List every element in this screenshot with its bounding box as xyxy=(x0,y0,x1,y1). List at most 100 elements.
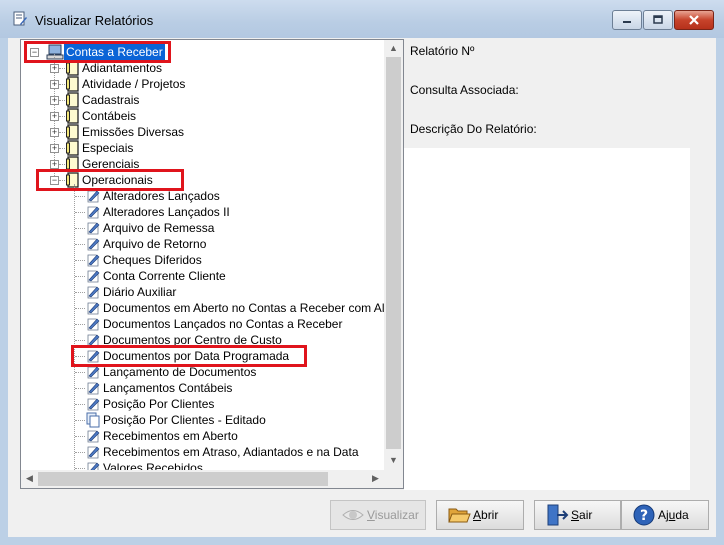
tree-report-label: Documentos em Aberto no Contas a Receber… xyxy=(103,301,384,315)
expand-icon[interactable]: + xyxy=(50,160,59,169)
tree-connector-line xyxy=(75,212,85,213)
report-description-label: Descrição Do Relatório: xyxy=(410,122,537,136)
scroll-right-icon[interactable]: ▶ xyxy=(367,470,384,487)
tree-group-label: Atividade / Projetos xyxy=(82,77,186,91)
tree-connector-line xyxy=(59,100,65,101)
tree-report-label: Valores Recebidos xyxy=(103,461,203,470)
tree-report-label: Documentos Lançados no Contas a Receber xyxy=(103,317,343,331)
tree-group-label: Emissões Diversas xyxy=(82,125,185,139)
tree-connector-line xyxy=(75,196,85,197)
tree-report-diario-auxiliar[interactable]: Diário Auxiliar xyxy=(21,284,381,300)
folder-open-icon xyxy=(448,508,471,523)
tree-group-cadastrais[interactable]: + Cadastrais xyxy=(21,92,381,108)
open-label-key: A xyxy=(473,508,482,522)
tree-group-especiais[interactable]: + Especiais xyxy=(21,140,381,156)
report-details-panel: Relatório Nº Consulta Associada: Descriç… xyxy=(404,38,716,490)
close-icon xyxy=(689,15,699,25)
tree-report-posicao-por-clientes-editado[interactable]: Posição Por Clientes - Editado xyxy=(21,412,381,428)
maximize-button[interactable] xyxy=(643,10,673,30)
tree-report-label: Alteradores Lançados II xyxy=(103,205,230,219)
eye-icon xyxy=(342,510,364,520)
tree-connector-line xyxy=(75,260,85,261)
tree-connector-line xyxy=(75,324,85,325)
tree-report-valores-recebidos[interactable]: Valores Recebidos xyxy=(21,460,381,470)
view-button[interactable]: Visualizar xyxy=(330,500,426,530)
tree-group-contabeis[interactable]: + Contábeis xyxy=(21,108,381,124)
report-tree-panel: − Contas a Receber + Adiantamentos + Ativid… xyxy=(20,39,404,489)
tree-report-recebimentos-em-atraso-adiantados-e-na-data[interactable]: Recebimentos em Atraso, Adiantados e na … xyxy=(21,444,381,460)
exit-door-icon xyxy=(547,504,569,526)
tree-report-conta-corrente-cliente[interactable]: Conta Corrente Cliente xyxy=(21,268,381,284)
maximize-icon xyxy=(653,15,663,24)
open-label-post: brir xyxy=(481,508,499,522)
tree-report-label: Diário Auxiliar xyxy=(103,285,177,299)
tree-report-lancamentos-contabeis[interactable]: Lançamentos Contábeis xyxy=(21,380,381,396)
tree-report-label: Arquivo de Remessa xyxy=(103,221,215,235)
tree-connector-line xyxy=(75,436,85,437)
expand-icon[interactable]: + xyxy=(50,64,59,73)
scroll-down-icon[interactable]: ▼ xyxy=(385,452,402,469)
tree-connector-line xyxy=(59,68,65,69)
tree-report-label: Posição Por Clientes xyxy=(103,397,215,411)
tree-report-documentos-lancados-no-contas-a-receber[interactable]: Documentos Lançados no Contas a Receber xyxy=(21,316,381,332)
svg-text:?: ? xyxy=(640,508,648,524)
scroll-up-icon[interactable]: ▲ xyxy=(385,40,402,57)
tree-connector-line xyxy=(75,244,85,245)
tree-group-label: Cadastrais xyxy=(82,93,140,107)
tree-group-emissoes-diversas[interactable]: + Emissões Diversas xyxy=(21,124,381,140)
tree-report-alteradores-lancados-ii[interactable]: Alteradores Lançados II xyxy=(21,204,381,220)
open-button[interactable]: Abrir xyxy=(436,500,524,530)
tree-report-posicao-por-clientes[interactable]: Posição Por Clientes xyxy=(21,396,381,412)
tree-connector-line xyxy=(59,116,65,117)
tree-report-documentos-em-aberto-no-contas-a-receber-com-alte[interactable]: Documentos em Aberto no Contas a Receber… xyxy=(21,300,384,316)
expand-icon[interactable]: + xyxy=(50,96,59,105)
tree-group-label: Contábeis xyxy=(82,109,137,123)
exit-label-post: air xyxy=(579,508,593,522)
tree-report-label: Recebimentos em Atraso, Adiantados e na … xyxy=(103,445,359,459)
title-bar: Visualizar Relatórios xyxy=(0,0,724,38)
tree-horizontal-scrollbar[interactable]: ◀ ▶ xyxy=(21,470,384,488)
report-description-field[interactable] xyxy=(404,148,690,490)
report-pen-icon xyxy=(85,460,101,470)
help-icon: ? xyxy=(633,504,655,526)
tree-report-label: Lançamentos Contábeis xyxy=(103,381,233,395)
exit-label-key: S xyxy=(571,508,580,522)
highlight-data-programada xyxy=(71,345,307,367)
tree-report-label: Arquivo de Retorno xyxy=(103,237,207,251)
highlight-root xyxy=(24,41,171,63)
tree-connector-line xyxy=(59,84,65,85)
tree-report-label: Posição Por Clientes - Editado xyxy=(103,413,266,427)
scroll-left-icon[interactable]: ◀ xyxy=(21,470,38,487)
tree-connector-line xyxy=(75,292,85,293)
tree-report-arquivo-de-retorno[interactable]: Arquivo de Retorno xyxy=(21,236,381,252)
expand-icon[interactable]: + xyxy=(50,144,59,153)
help-label-pre: Aj xyxy=(658,508,669,522)
expand-icon[interactable]: + xyxy=(50,112,59,121)
associated-query-label: Consulta Associada: xyxy=(410,83,519,97)
report-tree[interactable]: − Contas a Receber + Adiantamentos + Ativid… xyxy=(21,40,384,470)
tree-report-recebimentos-em-aberto[interactable]: Recebimentos em Aberto xyxy=(21,428,381,444)
tree-connector-line xyxy=(75,388,85,389)
tree-connector-line xyxy=(75,228,85,229)
tree-connector-line xyxy=(75,452,85,453)
vertical-scroll-thumb[interactable] xyxy=(386,57,401,449)
scrollbar-corner xyxy=(384,470,403,488)
tree-connector-line xyxy=(59,148,65,149)
exit-button[interactable]: Sair xyxy=(534,500,621,530)
highlight-operacionais xyxy=(36,169,184,191)
expand-icon[interactable]: + xyxy=(50,128,59,137)
tree-report-arquivo-de-remessa[interactable]: Arquivo de Remessa xyxy=(21,220,381,236)
tree-connector-line xyxy=(75,468,85,469)
window-client-area: − Contas a Receber + Adiantamentos + Ativid… xyxy=(8,38,716,537)
tree-connector-line xyxy=(75,340,85,341)
close-button[interactable] xyxy=(674,10,714,30)
expand-icon[interactable]: + xyxy=(50,80,59,89)
minimize-button[interactable] xyxy=(612,10,642,30)
help-button[interactable]: ? Ajuda xyxy=(621,500,709,530)
tree-connector-line xyxy=(75,404,85,405)
tree-vertical-scrollbar[interactable]: ▲ ▼ xyxy=(384,40,403,470)
tree-report-label: Recebimentos em Aberto xyxy=(103,429,238,443)
tree-report-cheques-diferidos[interactable]: Cheques Diferidos xyxy=(21,252,381,268)
tree-group-atividade-projetos[interactable]: + Atividade / Projetos xyxy=(21,76,381,92)
horizontal-scroll-thumb[interactable] xyxy=(38,472,328,486)
